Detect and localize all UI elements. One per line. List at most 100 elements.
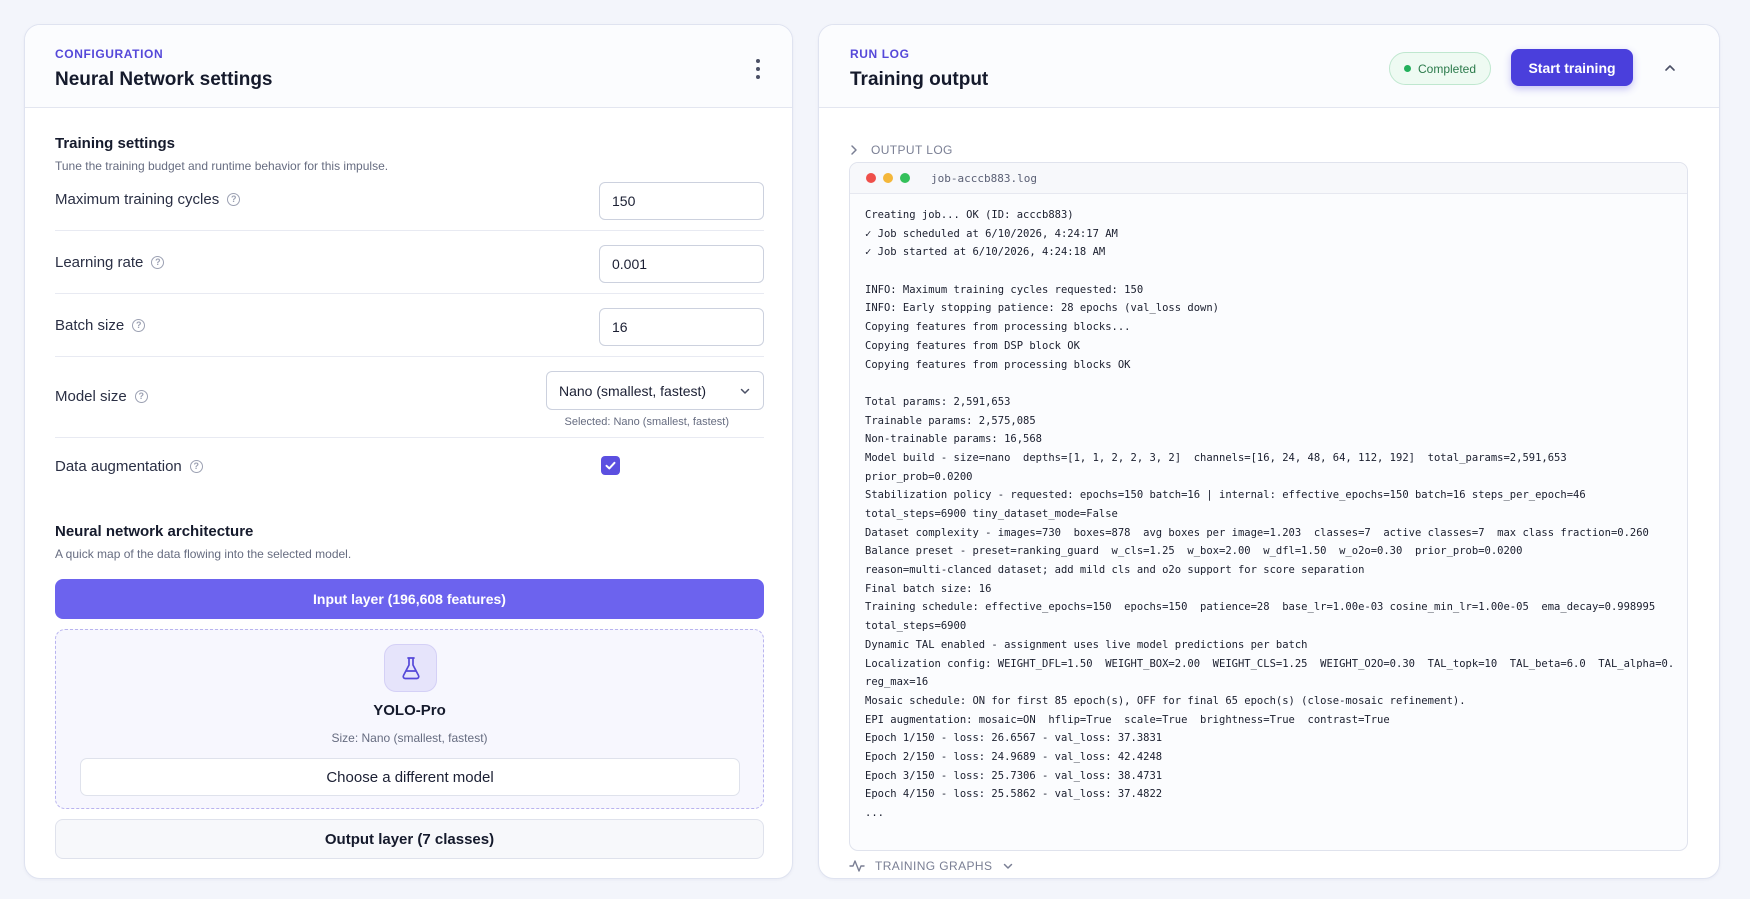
log-line: Trainable params: 2,575,085 [865,414,1036,427]
chevron-right-icon [851,145,857,155]
log-line: ... [865,807,884,819]
maximize-dot-icon [900,173,910,183]
model-size-text: Size: Nano (smallest, fastest) [331,731,488,745]
log-line: Final batch size: 16 [865,582,992,595]
log-terminal[interactable]: job-acccb883.log Creating job... OK (ID:… [849,162,1688,851]
architecture-title: Neural network architecture [55,523,254,540]
batch-size-label: Batch size ? [55,317,146,334]
log-line: Epoch 4/150 - loss: 25.5862 - val_loss: … [865,788,1163,801]
output-log-label: OUTPUT LOG [871,143,953,157]
log-line: Mosaic schedule: ON for first 85 epoch(s… [865,694,1466,707]
log-line: Non-trainable params: 16,568 [865,433,1043,446]
help-icon[interactable]: ? [132,319,146,332]
training-graphs-toggle[interactable]: TRAINING GRAPHS [849,859,1014,873]
panel-title: Neural Network settings [55,69,273,90]
log-line: Stabilization policy - requested: epochs… [865,489,1586,502]
data-augmentation-label: Data augmentation ? [55,458,203,475]
panel-eyebrow: CONFIGURATION [55,47,164,61]
log-line: Total params: 2,591,653 [865,395,1011,408]
more-vertical-icon[interactable] [752,59,764,79]
log-line: Dynamic TAL enabled - assignment uses li… [865,638,1308,651]
log-line: EPI augmentation: mosaic=ON hflip=True s… [865,713,1390,726]
learning-rate-label-text: Learning rate [55,254,144,271]
minimize-dot-icon [883,173,893,183]
log-line: Epoch 3/150 - loss: 25.7306 - val_loss: … [865,769,1163,782]
batch-size-row: Batch size ? [55,294,764,357]
start-training-button[interactable]: Start training [1511,49,1633,86]
nn-settings-panel: CONFIGURATION Neural Network settings Tr… [24,24,793,879]
architecture-description: A quick map of the data flowing into the… [55,547,352,561]
log-line: Creating job... OK (ID: acccb883) [865,209,1074,221]
log-line: reason=multi-clanced dataset; add mild c… [865,564,1365,577]
log-line: Dataset complexity - images=730 boxes=87… [865,526,1649,539]
model-size-label-text: Model size [55,388,127,405]
model-size-select[interactable]: Nano (smallest, fastest) [546,371,764,410]
panel-header: RUN LOG Training output Completed Start … [819,25,1719,108]
data-augmentation-label-text: Data augmentation [55,458,182,475]
choose-model-button[interactable]: Choose a different model [80,758,740,796]
log-line: Copying features from DSP block OK [865,339,1080,352]
help-icon[interactable]: ? [151,256,165,269]
output-layer-button[interactable]: Output layer (7 classes) [55,819,764,859]
log-line: INFO: Early stopping patience: 28 epochs… [865,302,1220,315]
max-cycles-label-text: Maximum training cycles [55,191,220,208]
terminal-titlebar: job-acccb883.log [850,163,1687,194]
model-size-row: Model size ? Nano (smallest, fastest) Se… [55,357,764,438]
training-output-panel: RUN LOG Training output Completed Start … [818,24,1720,879]
log-line: Copying features from processing blocks … [865,358,1131,371]
status-dot-icon [1403,65,1411,72]
help-icon[interactable]: ? [227,193,241,206]
help-icon[interactable]: ? [134,390,148,403]
max-cycles-input[interactable] [599,182,764,220]
max-cycles-row: Maximum training cycles ? [55,173,764,231]
log-line: Balance preset - preset=ranking_guard w_… [865,545,1523,558]
model-size-selected-value: Nano (smallest, fastest) [559,382,707,399]
batch-size-input[interactable] [599,308,764,346]
learning-rate-label: Learning rate ? [55,254,165,271]
training-settings-title: Training settings [55,135,176,152]
panel-eyebrow: RUN LOG [850,47,910,61]
log-line: Epoch 2/150 - loss: 24.9689 - val_loss: … [865,750,1163,763]
log-line: ✓ Job scheduled at 6/10/2026, 4:24:17 AM [865,227,1118,240]
log-line: Training schedule: effective_epochs=150 … [865,601,1656,614]
model-size-label: Model size ? [55,388,148,405]
log-line: ✓ Job started at 6/10/2026, 4:24:18 AM [865,246,1106,259]
panel-header: CONFIGURATION Neural Network settings [25,25,792,108]
model-card: YOLO-Pro Size: Nano (smallest, fastest) … [55,629,764,809]
log-filename: job-acccb883.log [931,171,1037,185]
training-settings-description: Tune the training budget and runtime beh… [55,159,389,173]
batch-size-label-text: Batch size [55,317,125,334]
status-text: Completed [1417,61,1477,76]
log-line: reg_max=16 [865,676,929,689]
check-icon [605,461,616,470]
log-line: Copying features from processing blocks.… [865,321,1131,334]
log-line: total_steps=6900 [865,620,967,633]
help-icon[interactable]: ? [189,460,203,473]
chevron-down-icon [740,388,750,394]
log-line: INFO: Maximum training cycles requested:… [865,283,1144,296]
log-line: Localization config: WEIGHT_DFL=1.50 WEI… [865,657,1672,670]
log-line: Model build - size=nano depths=[1, 1, 2,… [865,451,1567,464]
learning-rate-input[interactable] [599,245,764,283]
chevron-up-icon[interactable] [1655,53,1685,83]
model-name: YOLO-Pro [373,702,446,719]
flask-icon [384,644,437,692]
log-line: Epoch 1/150 - loss: 26.6567 - val_loss: … [865,732,1163,745]
chevron-down-icon [1004,863,1013,869]
log-line: prior_prob=0.0200 [865,470,973,483]
activity-icon [849,860,865,872]
close-dot-icon [866,173,876,183]
log-line: total_steps=6900 tiny_dataset_mode=False [865,508,1118,520]
max-cycles-label: Maximum training cycles ? [55,191,241,208]
training-graphs-label: TRAINING GRAPHS [875,859,993,873]
learning-rate-row: Learning rate ? [55,231,764,294]
panel-title: Training output [850,69,989,90]
status-badge: Completed [1389,52,1491,85]
output-log-toggle[interactable]: OUTPUT LOG [849,143,953,157]
input-layer-button[interactable]: Input layer (196,608 features) [55,579,764,619]
model-size-hint: Selected: Nano (smallest, fastest) [564,416,729,428]
data-augmentation-row: Data augmentation ? [55,438,764,493]
data-augmentation-checkbox[interactable] [601,456,620,475]
